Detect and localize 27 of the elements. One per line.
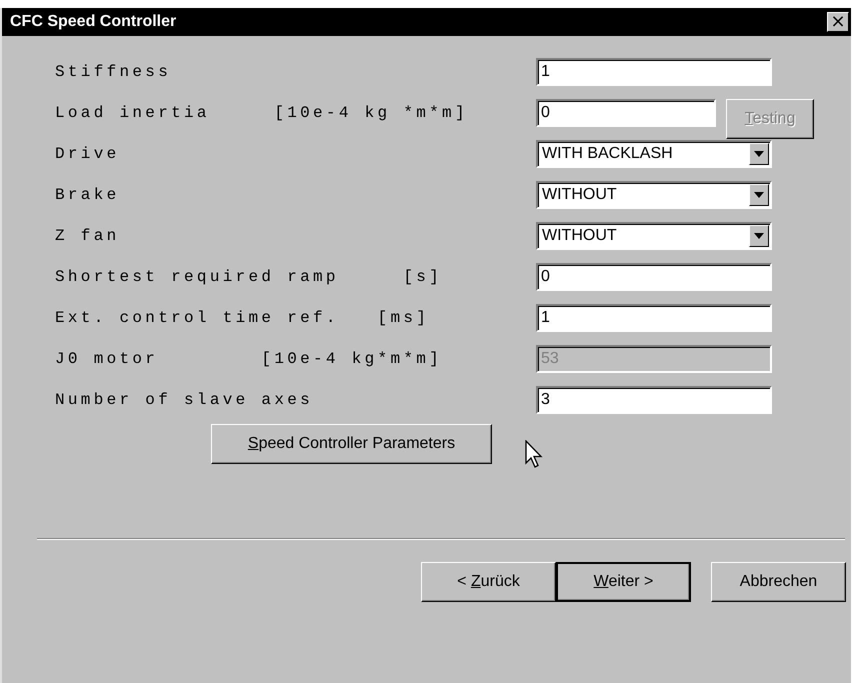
- field-label: J0 motor [10e-4 kg*m*m]: [55, 350, 444, 368]
- window-title: CFC Speed Controller: [10, 13, 176, 31]
- field-label: Drive: [55, 145, 121, 163]
- field-label: Brake: [55, 186, 121, 204]
- mouse-pointer-icon: [525, 440, 545, 470]
- field-label: Number of slave axes: [55, 391, 314, 409]
- dropdown-arrow-icon: [754, 233, 764, 239]
- footer-button[interactable]: < Zurück: [421, 562, 556, 602]
- dropdown[interactable]: WITHOUT: [536, 181, 772, 209]
- input-field[interactable]: 1: [536, 58, 772, 86]
- dropdown-arrow-icon: [754, 151, 764, 157]
- field-label: Shortest required ramp [s]: [55, 268, 444, 286]
- input-field[interactable]: 3: [536, 386, 772, 414]
- dropdown-arrow-icon: [754, 192, 764, 198]
- dropdown[interactable]: WITHOUT: [536, 222, 772, 250]
- dropdown[interactable]: WITH BACKLASH: [536, 140, 772, 168]
- field-label: Load inertia [10e-4 kg *m*m]: [55, 104, 469, 122]
- parameters-button[interactable]: Speed Controller Parameters: [211, 424, 492, 464]
- input-field[interactable]: 1: [536, 304, 772, 332]
- field-label: Stiffness: [55, 63, 172, 81]
- field-label: Z fan: [55, 227, 121, 245]
- field-label: Ext. control time ref. [ms]: [55, 309, 430, 327]
- close-button[interactable]: ×: [827, 12, 849, 32]
- input-field[interactable]: 0: [536, 99, 716, 127]
- footer-button[interactable]: Weiter >: [556, 562, 691, 602]
- input-field[interactable]: 0: [536, 263, 772, 291]
- footer-button[interactable]: Abbrechen: [711, 562, 846, 602]
